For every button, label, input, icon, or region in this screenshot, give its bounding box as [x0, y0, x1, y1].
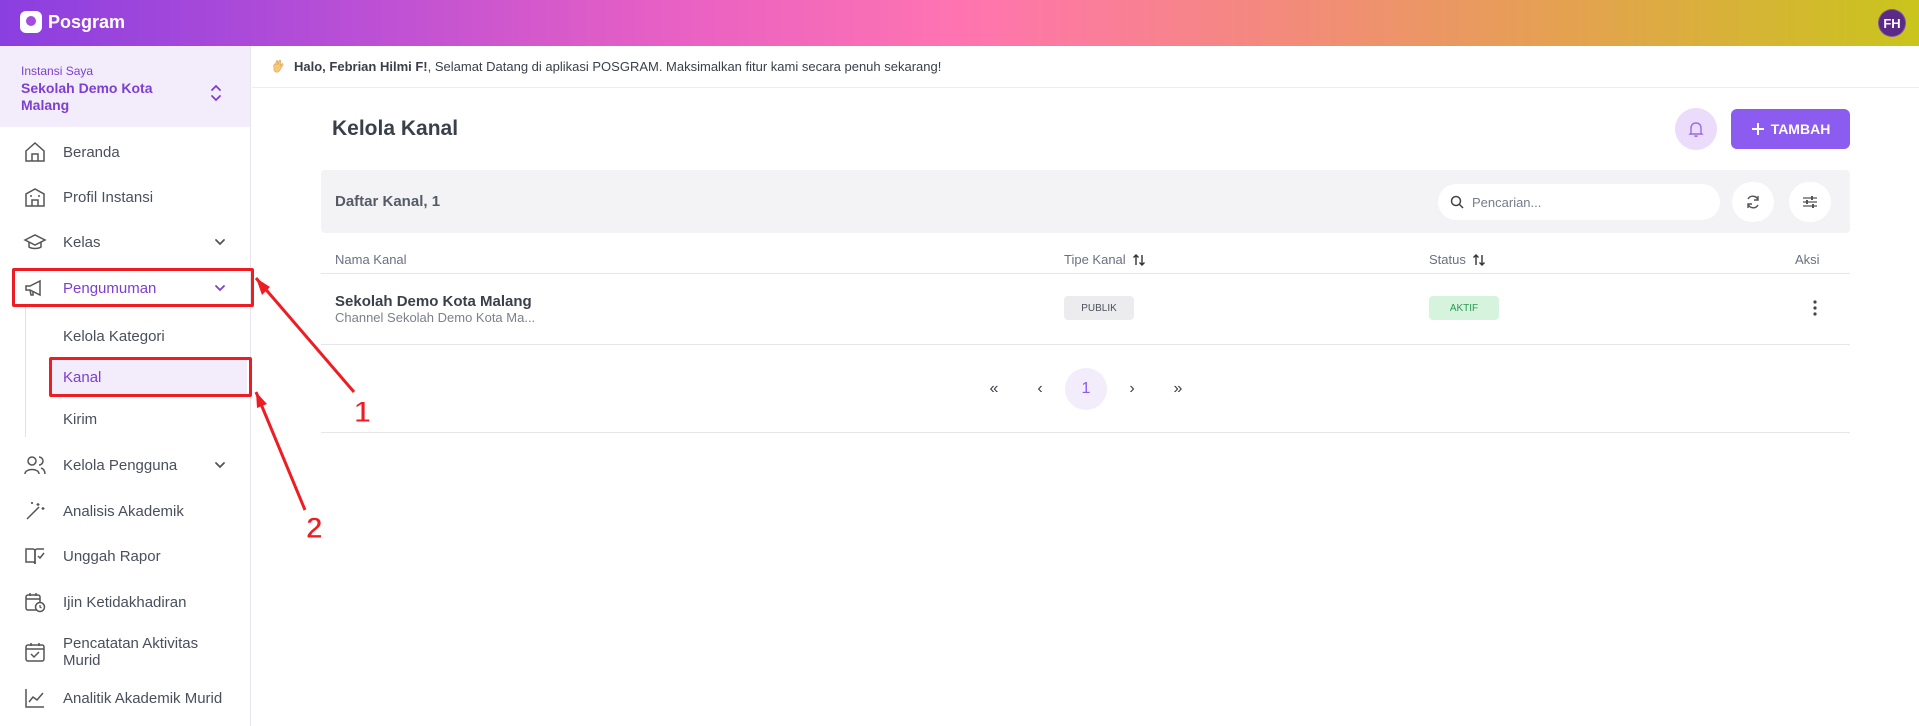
divider [321, 432, 1850, 433]
building-icon [25, 188, 45, 207]
sidebar-item-label: Beranda [63, 143, 120, 161]
page-last-button[interactable]: » [1157, 368, 1199, 410]
refresh-icon [1747, 195, 1759, 209]
institution-caption: Instansi Saya [21, 64, 94, 78]
add-channel-button[interactable]: TAMBAH [1731, 109, 1850, 149]
sidebar-item-beranda[interactable]: Beranda [0, 132, 251, 172]
brand-name: Posgram [48, 11, 126, 32]
bell-icon [1688, 122, 1704, 137]
logo-icon [20, 11, 42, 33]
institution-name: Sekolah Demo Kota Malang [21, 80, 153, 113]
column-header-aksi: Aksi [1795, 252, 1820, 267]
annotation-number-2: 2 [306, 512, 324, 546]
welcome-message: , Selamat Datang di aplikasi POSGRAM. Ma… [427, 59, 942, 74]
sidebar-item-profil-instansi[interactable]: Profil Instansi [0, 177, 251, 217]
annotation-box-kanal [49, 357, 252, 397]
sidebar-item-label: Analisis Akademik [63, 502, 184, 520]
search-icon [1450, 195, 1464, 209]
add-button-label: TAMBAH [1770, 121, 1831, 137]
sidebar-item-unggah-rapor[interactable]: Unggah Rapor [0, 536, 251, 576]
waving-hand-icon [273, 59, 284, 73]
sort-icon [1132, 253, 1145, 266]
sidebar-item-pencatatan-aktivitas[interactable]: Pencatatan Aktivitas Murid [0, 630, 251, 674]
sidebar-item-label: Unggah Rapor [63, 547, 161, 565]
sidebar-item-label: Kelas [63, 233, 101, 251]
sidebar-item-kelas[interactable]: Kelas [0, 222, 251, 262]
annotation-number-1: 1 [354, 396, 372, 430]
user-avatar[interactable]: FH [1878, 9, 1906, 37]
type-badge: PUBLIK [1064, 296, 1134, 320]
sidebar-item-analisis-akademik[interactable]: Analisis Akademik [0, 491, 251, 531]
channel-name[interactable]: Sekolah Demo Kota Malang [335, 293, 532, 310]
sidebar-item-label: Ijin Ketidakhadiran [63, 593, 187, 611]
submenu-guide-line [25, 307, 26, 437]
table-toolbar: Daftar Kanal, 1 [321, 170, 1850, 233]
page-number-button[interactable]: 1 [1065, 368, 1107, 410]
column-label: Status [1429, 252, 1466, 267]
page-next-button[interactable]: › [1111, 368, 1153, 410]
chevron-down-icon [215, 239, 225, 246]
welcome-greeting: Halo, Febrian Hilmi F! [294, 59, 428, 74]
brand-logo[interactable]: Posgram [20, 11, 125, 33]
refresh-button[interactable] [1732, 182, 1774, 222]
sidebar-item-label: Analitik Akademik Murid [63, 689, 223, 707]
search-box[interactable] [1438, 184, 1720, 220]
sidebar-item-ijin-ketidakhadiran[interactable]: Ijin Ketidakhadiran [0, 582, 251, 622]
home-icon [25, 141, 45, 162]
table-title: Daftar Kanal, 1 [335, 193, 441, 210]
sidebar-item-label: Kelola Pengguna [63, 456, 178, 474]
divider [321, 273, 1850, 274]
institution-switcher[interactable]: Instansi Saya Sekolah Demo Kota Malang [0, 46, 250, 127]
annotation-arrows [254, 277, 356, 511]
sidebar-item-label: Profil Instansi [63, 188, 154, 206]
column-header-tipe-kanal[interactable]: Tipe Kanal [1064, 252, 1146, 267]
graduation-cap-icon [23, 234, 47, 250]
column-header-nama-kanal: Nama Kanal [335, 252, 407, 267]
column-label: Aksi [1795, 252, 1820, 267]
column-header-status[interactable]: Status [1429, 252, 1486, 267]
more-vertical-icon[interactable] [1808, 298, 1822, 318]
line-chart-icon [25, 689, 44, 708]
plus-icon [1751, 123, 1764, 135]
sidebar-item-label: Pencatatan Aktivitas Murid [63, 635, 199, 669]
calendar-clock-icon [25, 593, 46, 613]
sidebar-item-analitik-akademik-murid[interactable]: Analitik Akademik Murid [0, 678, 251, 718]
filter-button[interactable] [1789, 182, 1831, 222]
magic-wand-icon [26, 502, 45, 520]
sliders-icon [1803, 196, 1817, 208]
search-input[interactable] [1472, 194, 1702, 210]
submenu-item-kelola-kategori[interactable]: Kelola Kategori [51, 318, 247, 354]
annotation-box-pengumuman [12, 268, 254, 307]
book-check-icon [25, 548, 45, 565]
top-bar: Posgram FH [0, 0, 1919, 46]
users-icon [24, 456, 46, 475]
column-label: Nama Kanal [335, 252, 407, 267]
chevron-down-icon [215, 462, 225, 469]
column-label: Tipe Kanal [1064, 252, 1126, 267]
sidebar-item-kelola-pengguna[interactable]: Kelola Pengguna [0, 445, 251, 485]
page-first-button[interactable]: « [973, 368, 1015, 410]
calendar-check-icon [25, 643, 45, 662]
notification-button[interactable] [1675, 108, 1717, 150]
sort-icon [1472, 253, 1485, 266]
page-title: Kelola Kanal [332, 117, 459, 140]
welcome-banner: Halo, Febrian Hilmi F!, Selamat Datang d… [252, 46, 1919, 88]
channel-description: Channel Sekolah Demo Kota Ma... [335, 310, 536, 325]
divider [321, 344, 1850, 345]
submenu-item-kirim[interactable]: Kirim [51, 401, 247, 437]
status-badge: AKTIF [1429, 296, 1499, 320]
chevron-up-down-icon [211, 84, 221, 102]
page-prev-button[interactable]: ‹ [1019, 368, 1061, 410]
